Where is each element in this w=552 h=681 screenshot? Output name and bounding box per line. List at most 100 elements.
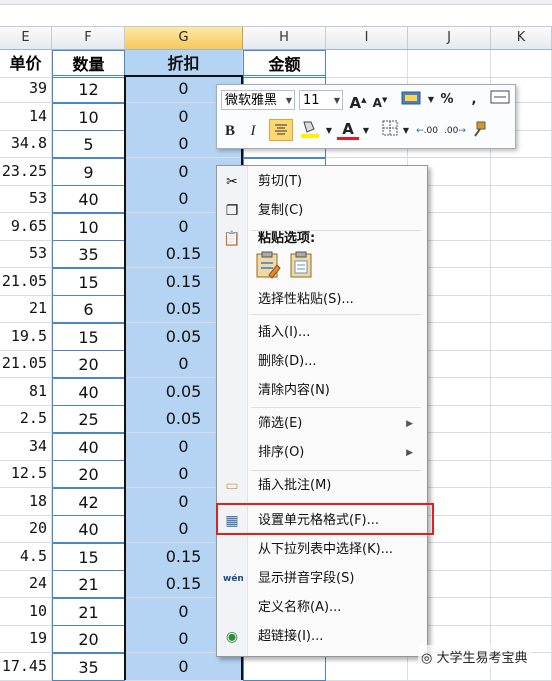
cell-e[interactable]: 34.8: [0, 130, 52, 158]
cell-h[interactable]: [243, 653, 326, 681]
cell-e[interactable]: 23.25: [0, 158, 52, 186]
cell-k[interactable]: [491, 350, 552, 378]
cell-k[interactable]: [491, 543, 552, 571]
header-cell-g[interactable]: 折扣: [125, 50, 243, 78]
column-header-f[interactable]: F: [52, 27, 125, 49]
cell-e[interactable]: 14: [0, 103, 52, 131]
font-name-select[interactable]: 微软雅黑 ▼: [221, 90, 295, 110]
cell-k[interactable]: [491, 433, 552, 461]
column-header-j[interactable]: J: [408, 27, 491, 49]
cell-f[interactable]: 40: [52, 433, 125, 461]
cell-e[interactable]: 21: [0, 295, 52, 323]
grow-font-button[interactable]: A▲: [349, 89, 367, 112]
menu-item[interactable]: 从下拉列表中选择(K)...: [217, 536, 427, 564]
cell-f[interactable]: 20: [52, 625, 125, 653]
column-header-h[interactable]: H: [243, 27, 326, 49]
column-header-i[interactable]: I: [326, 27, 408, 49]
menu-item[interactable]: ◉ 超链接(I)...: [217, 623, 427, 651]
cell-k[interactable]: [491, 185, 552, 213]
chevron-down-icon[interactable]: ▼: [361, 120, 371, 142]
formula-bar[interactable]: [0, 0, 552, 27]
merge-center-icon[interactable]: [489, 89, 511, 111]
header-cell-j[interactable]: [408, 50, 491, 78]
header-cell-i[interactable]: [326, 50, 408, 78]
cell-f[interactable]: 6: [52, 295, 125, 323]
cell-f[interactable]: 20: [52, 460, 125, 488]
cell-e[interactable]: 4.5: [0, 543, 52, 571]
cell-e[interactable]: 20: [0, 515, 52, 543]
cell-f[interactable]: 25: [52, 405, 125, 433]
menu-item[interactable]: 排序(O) ▶: [217, 439, 427, 467]
paste-option-icon[interactable]: [253, 251, 283, 279]
cell-e[interactable]: 2.5: [0, 405, 52, 433]
cell-f[interactable]: 10: [52, 213, 125, 241]
menu-item[interactable]: 选择性粘贴(S)...: [217, 286, 427, 314]
cell-e[interactable]: 12.5: [0, 460, 52, 488]
font-color-icon[interactable]: A: [337, 118, 359, 140]
cell-f[interactable]: 42: [52, 488, 125, 516]
cell-f[interactable]: 40: [52, 378, 125, 406]
header-cell-k[interactable]: [491, 50, 552, 78]
cell-g[interactable]: 0: [125, 653, 243, 681]
cell-f[interactable]: 35: [52, 653, 125, 681]
cell-k[interactable]: [491, 598, 552, 626]
percent-button[interactable]: %: [439, 89, 455, 111]
menu-item[interactable]: wén 显示拼音字段(S): [217, 565, 427, 593]
fill-color-icon[interactable]: [297, 119, 323, 141]
cell-e[interactable]: 10: [0, 598, 52, 626]
decrease-decimal-button[interactable]: .00→: [443, 120, 467, 142]
shrink-font-button[interactable]: A▼: [371, 89, 389, 111]
cell-k[interactable]: [491, 515, 552, 543]
menu-item[interactable]: ❐ 复制(C): [217, 197, 427, 225]
header-cell-h[interactable]: 金额: [243, 50, 326, 78]
cell-f[interactable]: 35: [52, 240, 125, 268]
format-painter-icon[interactable]: [469, 120, 489, 142]
menu-item[interactable]: 清除内容(N): [217, 377, 427, 405]
chevron-down-icon[interactable]: ▼: [324, 120, 334, 142]
menu-item[interactable]: ▭ 插入批注(M): [217, 472, 427, 500]
cell-f[interactable]: 10: [52, 103, 125, 131]
borders-icon[interactable]: [379, 120, 401, 142]
cell-k[interactable]: [491, 240, 552, 268]
paste-values-icon[interactable]: [287, 251, 317, 279]
accounting-format-icon[interactable]: [399, 89, 425, 111]
cell-e[interactable]: 21.05: [0, 350, 52, 378]
cell-e[interactable]: 81: [0, 378, 52, 406]
column-header-k[interactable]: K: [491, 27, 552, 49]
cell-k[interactable]: [491, 158, 552, 186]
italic-button[interactable]: I: [245, 120, 261, 142]
menu-item[interactable]: 定义名称(A)...: [217, 594, 427, 622]
column-header-e[interactable]: E: [0, 27, 52, 49]
cell-k[interactable]: [491, 488, 552, 516]
menu-item[interactable]: 筛选(E) ▶: [217, 410, 427, 438]
column-header-g[interactable]: G: [125, 27, 243, 49]
cell-e[interactable]: 18: [0, 488, 52, 516]
cell-i[interactable]: [326, 653, 408, 681]
cell-k[interactable]: [491, 323, 552, 351]
cell-e[interactable]: 19.5: [0, 323, 52, 351]
menu-item[interactable]: 插入(I)...: [217, 319, 427, 347]
chevron-down-icon[interactable]: ▼: [401, 120, 411, 142]
bold-button[interactable]: B: [221, 120, 239, 142]
header-cell-e[interactable]: 单价: [0, 50, 52, 78]
cell-k[interactable]: [491, 378, 552, 406]
cell-e[interactable]: 19: [0, 625, 52, 653]
cell-e[interactable]: 39: [0, 75, 52, 103]
cell-k[interactable]: [491, 460, 552, 488]
cell-f[interactable]: 15: [52, 323, 125, 351]
cell-f[interactable]: 21: [52, 570, 125, 598]
cell-f[interactable]: 12: [52, 75, 125, 103]
cell-f[interactable]: 15: [52, 268, 125, 296]
header-cell-f[interactable]: 数量: [52, 50, 125, 78]
cell-k[interactable]: [491, 295, 552, 323]
cell-e[interactable]: 17.45: [0, 653, 52, 681]
cell-e[interactable]: 34: [0, 433, 52, 461]
chevron-down-icon[interactable]: ▼: [426, 89, 436, 111]
menu-item[interactable]: 删除(D)...: [217, 348, 427, 376]
cell-k[interactable]: [491, 570, 552, 598]
cell-e[interactable]: 24: [0, 570, 52, 598]
cell-e[interactable]: 53: [0, 185, 52, 213]
cell-f[interactable]: 21: [52, 598, 125, 626]
menu-item[interactable]: ✂ 剪切(T): [217, 168, 427, 196]
center-align-icon[interactable]: [269, 119, 293, 141]
